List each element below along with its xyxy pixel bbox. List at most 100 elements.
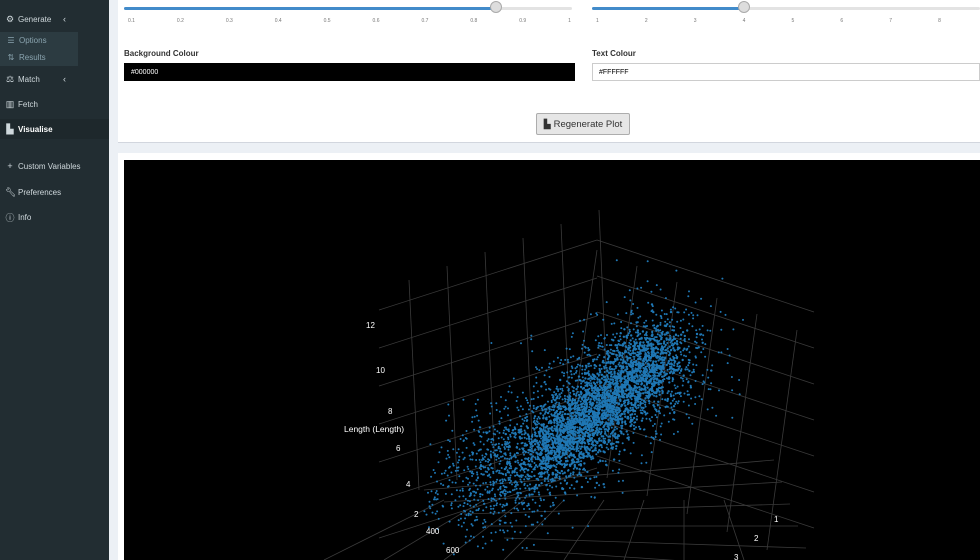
z-axis-tick-label: 4: [406, 480, 411, 489]
background-colour-field[interactable]: #000000: [124, 63, 575, 81]
scatter-point: [556, 430, 559, 434]
scatter-point: [620, 369, 623, 372]
scatter-point: [699, 333, 702, 336]
text-colour-field[interactable]: #FFFFFF: [592, 63, 980, 81]
scatter-point: [543, 349, 546, 352]
scatter-point: [649, 419, 652, 422]
scatter-point: [688, 338, 690, 341]
scatter-point: [704, 355, 707, 358]
scatter-point: [603, 365, 605, 368]
scatter-point: [672, 405, 676, 408]
scatter-point: [582, 399, 586, 403]
regenerate-plot-button[interactable]: ▙ Regenerate Plot: [536, 113, 630, 135]
scatter-point: [597, 335, 600, 338]
grid-line: [596, 419, 815, 493]
scatter-point: [436, 510, 439, 513]
sidebar-item-info[interactable]: ⓘ Info: [0, 207, 109, 227]
scatter-point: [474, 491, 477, 494]
grid-line: [463, 503, 791, 515]
scatter-point: [560, 359, 563, 361]
scatter-point: [657, 386, 661, 390]
sidebar-item-results[interactable]: ⇅ Results: [0, 49, 78, 66]
scatter-point: [497, 511, 500, 514]
scatter-point: [503, 531, 506, 534]
scatter-point: [644, 349, 648, 352]
scatter-point: [672, 433, 675, 435]
scatter-point: [574, 367, 577, 370]
3d-scatter-plot[interactable]: 12 10 8 6 4 2 Length (Length) 400 600 1 2 3: [124, 160, 980, 560]
scatter-point: [558, 397, 561, 400]
grid-line: [563, 499, 605, 560]
scatter-point: [536, 423, 539, 426]
scatter-point: [598, 369, 602, 372]
scatter-point: [554, 456, 557, 459]
scatter-point: [595, 401, 599, 404]
scatter-point: [594, 447, 597, 450]
scatter-point: [440, 482, 442, 485]
slider-tick-label: 0.6: [372, 18, 380, 24]
plot-canvas[interactable]: 12108642Length (Length)400600123: [124, 160, 980, 560]
scatter-point: [661, 379, 664, 381]
scatter-point: [432, 469, 435, 471]
sidebar-item-match[interactable]: ⚖ Match ‹: [0, 69, 109, 89]
scatter-point: [598, 364, 602, 367]
scatter-point: [609, 368, 612, 371]
scatter-point: [438, 451, 441, 454]
scatter-point: [695, 336, 698, 339]
scatter-point: [620, 432, 623, 435]
opacity-slider[interactable]: [124, 1, 572, 13]
sidebar-item-fetch[interactable]: ▥ Fetch: [0, 94, 109, 114]
scatter-point: [592, 395, 595, 398]
scatter-point: [590, 387, 594, 390]
scatter-point: [474, 465, 477, 468]
size-slider[interactable]: [592, 1, 980, 13]
scatter-point: [505, 428, 508, 431]
chevron-left-icon: ‹: [63, 74, 66, 84]
slider-handle[interactable]: [738, 1, 750, 13]
scatter-point: [575, 441, 578, 444]
scatter-point: [498, 497, 501, 500]
scatter-point: [532, 468, 535, 471]
scatter-point: [504, 432, 507, 436]
scatter-point: [542, 414, 545, 417]
scatter-point: [564, 456, 567, 460]
scatter-point: [468, 539, 471, 542]
scatter-point: [606, 350, 610, 353]
scatter-point: [517, 461, 520, 464]
scatter-point: [575, 467, 579, 470]
scatter-point: [682, 380, 685, 382]
scatter-point: [507, 390, 510, 393]
scatter-point: [544, 441, 547, 445]
scatter-point: [472, 442, 475, 445]
scatter-point: [543, 466, 547, 470]
scatter-point: [608, 411, 611, 414]
scatter-point: [570, 376, 573, 379]
scatter-point: [488, 430, 491, 433]
scatter-point: [676, 392, 679, 395]
scatter-point: [613, 405, 616, 409]
scatter-point: [649, 442, 652, 445]
scatter-point: [530, 334, 533, 337]
scatter-point: [576, 390, 579, 393]
sidebar-item-options[interactable]: ☰ Options: [0, 32, 78, 49]
scatter-point: [533, 510, 536, 513]
scatter-point: [579, 400, 582, 403]
scatter-point: [507, 428, 510, 431]
scatter-point: [500, 455, 502, 458]
scatter-point: [654, 360, 658, 363]
sidebar-item-generate[interactable]: ⚙ Generate ‹: [0, 9, 109, 29]
scatter-point: [657, 410, 661, 413]
sidebar-item-preferences[interactable]: 🔧︎ Preferences: [0, 182, 109, 202]
scatter-point: [605, 366, 608, 369]
scatter-point: [446, 474, 449, 477]
slider-handle[interactable]: [490, 1, 502, 13]
sidebar-item-custom-variables[interactable]: + Custom Variables: [0, 156, 109, 176]
scatter-point: [597, 471, 600, 474]
scatter-point: [618, 468, 621, 471]
scatter-point: [648, 356, 651, 359]
scatter-point: [616, 417, 620, 421]
scatter-point: [573, 398, 577, 402]
scatter-point: [511, 525, 513, 528]
sidebar-item-visualise[interactable]: ▙ Visualise: [0, 119, 109, 139]
scatter-point: [676, 343, 679, 346]
